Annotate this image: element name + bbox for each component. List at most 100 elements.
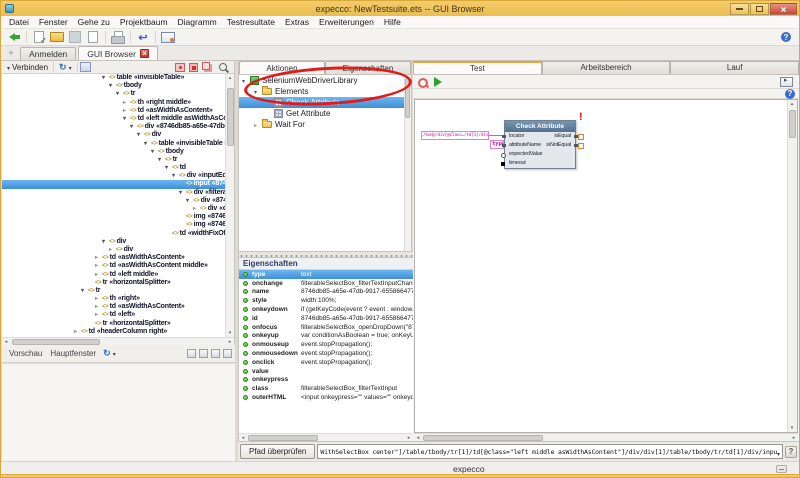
dom-tree-row[interactable]: img«8746db85-a65e» [2,213,234,221]
scroll-up-icon[interactable] [788,100,796,108]
connect-button[interactable]: Verbinden [4,63,51,72]
property-row[interactable]: value [239,367,413,376]
snapshot-icon[interactable] [175,63,185,72]
gui-window-icon[interactable] [159,30,177,44]
view-icon[interactable] [80,62,91,72]
back-icon[interactable] [5,30,23,44]
path-help-icon[interactable] [785,446,797,458]
property-row[interactable]: stylewidth:100%; [239,296,413,305]
dom-tree-row[interactable]: td«headerColumn right» [2,328,234,336]
diagram-canvas[interactable]: /body/div[@class…/td[1]/div/input type C… [414,99,798,433]
dom-tree-hscrollbar[interactable] [2,337,234,345]
property-row[interactable]: onmousedownevent.stopPropagation(); [239,349,413,358]
dom-tree-row[interactable]: tr [2,156,234,164]
undo-icon[interactable] [134,30,152,44]
tab-lauf[interactable]: Lauf [670,61,799,74]
check-attribute-block[interactable]: Check Attribute locatorattributeNameexpe… [504,120,576,169]
load-icon[interactable] [30,30,48,44]
dom-tree-row[interactable]: table«invisibleTable inputTable» [2,140,234,148]
property-row[interactable]: onkeydownif (getKeyCode(event ? event : … [239,305,413,314]
property-row[interactable]: typetext [239,270,413,279]
maximize-button[interactable] [750,3,769,15]
collapse-icon[interactable] [254,87,261,96]
dom-tree-row[interactable]: div [2,131,234,139]
collapse-icon[interactable] [81,287,88,295]
add-tab-icon[interactable] [6,48,16,58]
pane-splitter[interactable] [239,251,413,258]
preview-refresh-button[interactable] [100,348,119,359]
close-button[interactable] [770,3,797,15]
dom-tree-row[interactable]: td [2,164,234,172]
expand-icon[interactable] [95,295,102,303]
property-row[interactable]: onfocusfilterableSelectBox_openDropDown(… [239,323,413,332]
status-grip-icon[interactable] [776,465,787,473]
collapse-icon[interactable] [242,76,249,85]
refresh-button[interactable] [56,62,75,73]
expand-icon[interactable] [193,205,200,213]
dom-tree-row[interactable]: table«invisibleTable» [2,74,234,82]
dom-tree-row[interactable]: div«filterableSelectB» [2,189,234,197]
property-row[interactable]: classfilterableSelectBox_filterTextInput [239,384,413,393]
properties-hscrollbar[interactable] [239,433,413,441]
collapse-icon[interactable] [123,115,130,123]
property-row[interactable]: outerHTML<input onkeypress="" values="" … [239,393,413,402]
tab-aktionen[interactable]: Aktionen [239,61,325,74]
menu-datei[interactable]: Datei [4,17,34,27]
dom-tree-row[interactable]: img«8746db85-a65e» [2,221,234,229]
block-output-isequal[interactable]: isEqual [531,132,575,141]
dom-tree-row[interactable]: td«left» [2,311,234,319]
dom-tree-row[interactable]: div [2,238,234,246]
property-row[interactable]: onclickevent.stopPropagation(); [239,358,413,367]
block-title[interactable]: Check Attribute [505,121,575,132]
collapse-icon[interactable] [151,148,158,156]
dom-tree-row[interactable]: div«8746db85-a65e-47db-9917-6558664» [2,123,234,131]
expand-icon[interactable] [109,246,116,254]
tab-arbeitsbereich[interactable]: Arbeitsbereich [542,61,671,74]
find-icon[interactable] [223,349,232,358]
open-icon[interactable] [48,30,66,44]
property-row[interactable]: onchangefilterableSelectBox_filterTextIn… [239,279,413,288]
menu-testresultate[interactable]: Testresultate [222,17,280,27]
property-row[interactable]: name8746db85-a65e-47db-9917-655866477a33… [239,288,413,297]
collapse-icon[interactable] [102,74,109,82]
record-icon[interactable] [189,63,198,72]
tile-view-icon[interactable] [187,349,196,358]
collapse-icon[interactable] [158,156,165,164]
action-tree-vscrollbar[interactable] [404,75,411,251]
layers-icon[interactable] [199,349,208,358]
dom-tree-row[interactable]: tr [2,287,234,295]
menu-diagramm[interactable]: Diagramm [173,17,222,27]
verify-path-button[interactable]: Pfad überprüfen [240,444,315,459]
property-row[interactable]: onkeypress [239,376,413,385]
save-icon[interactable] [66,30,84,44]
scroll-down-icon[interactable] [788,424,796,432]
scroll-down-icon[interactable] [226,329,234,337]
dom-tree-row[interactable]: td«asWidthAsContent» [2,303,234,311]
dom-tree-row[interactable]: tbody [2,82,234,90]
dom-tree-vscrollbar[interactable] [225,74,234,337]
help-icon[interactable] [781,32,791,42]
property-row[interactable]: onkeyupvar conditionAsBoolean = true; on… [239,332,413,341]
action-tree-row[interactable]: SeleniumWebDriverLibrary [239,75,406,86]
canvas-hscrollbar[interactable] [414,433,798,441]
action-tree-row[interactable]: Elements [239,86,406,97]
dom-tree-row[interactable]: th«right middle» [2,99,234,107]
run-button[interactable] [434,77,442,87]
close-tab-icon[interactable] [140,49,149,58]
menu-gehe-zu[interactable]: Gehe zu [73,17,115,27]
collapse-icon[interactable] [186,197,193,205]
collapse-icon[interactable] [165,164,172,172]
tab-vorschau[interactable]: Vorschau [5,349,46,358]
dom-tree-row[interactable]: div«8746db85-a6» [2,197,234,205]
expand-icon[interactable] [95,311,102,319]
new-icon[interactable] [84,30,102,44]
dom-tree-row[interactable]: div [2,246,234,254]
dom-tree-row[interactable]: td«asWidthAsContent» [2,254,234,262]
menu-fenster[interactable]: Fenster [34,17,73,27]
scroll-thumb[interactable] [227,88,234,146]
collapse-icon[interactable] [109,82,116,90]
dom-tree-row[interactable]: input«8746db85-a65» [2,180,234,188]
dom-tree-row[interactable]: td«widthFixOfInputText» [2,230,234,238]
block-input-expectedvalue[interactable]: expectedValue [505,150,575,159]
expand-icon[interactable] [95,262,102,270]
